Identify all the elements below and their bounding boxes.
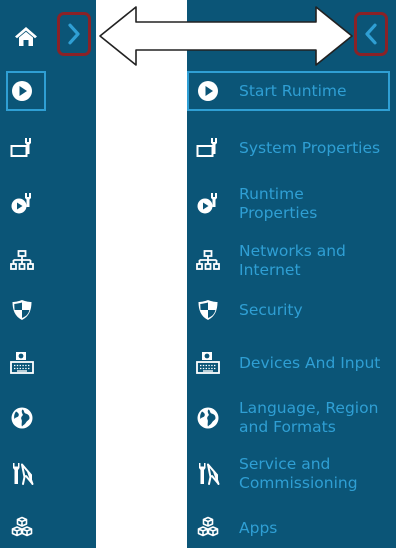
network-icon (9, 248, 35, 274)
network-icon (195, 248, 221, 274)
menu-item-label: Runtime Properties (239, 185, 318, 222)
play-icon (195, 78, 221, 104)
collapsed-menu-item-networks-internet[interactable] (9, 248, 35, 274)
globe-icon (195, 405, 221, 431)
menu-item-label: Start Runtime (239, 81, 347, 100)
apps-icon (195, 515, 221, 541)
globe-icon (9, 405, 35, 431)
tools-icon (9, 461, 35, 487)
expand-menu-button[interactable] (57, 12, 91, 56)
menu-item-label: Devices And Input (239, 353, 381, 372)
runtime-wrench-icon (195, 191, 221, 217)
shield-icon (195, 297, 221, 323)
collapsed-menu-item-language-region[interactable] (9, 405, 35, 431)
collapsed-menu-item-system-properties[interactable] (9, 135, 35, 161)
menu-item-start-runtime[interactable]: Start Runtime (195, 78, 347, 104)
menu-item-label: Apps (239, 518, 278, 537)
system-wrench-icon (9, 135, 35, 161)
chevron-right-icon (68, 23, 80, 45)
menu-item-apps[interactable]: Apps (195, 515, 277, 541)
collapsed-menu-item-service-commissioning[interactable] (9, 461, 35, 487)
menu-item-runtime-properties[interactable]: Runtime Properties (195, 185, 317, 222)
system-wrench-icon (195, 135, 221, 161)
collapsed-menu-item-runtime-properties[interactable] (9, 191, 35, 217)
menu-item-label: Service and Commissioning (239, 455, 358, 492)
menu-item-security[interactable]: Security (195, 297, 303, 323)
expanded-navigation-panel: Start Runtime System Properties Runtime Pr… (187, 0, 396, 548)
menu-item-devices-input[interactable]: Devices And Input (195, 350, 380, 376)
menu-item-system-properties[interactable]: System Properties (195, 135, 380, 161)
menu-item-networks-internet[interactable]: Networks and Internet (195, 242, 346, 279)
tools-icon (195, 461, 221, 487)
shield-icon (9, 297, 35, 323)
home-icon[interactable] (14, 24, 38, 48)
keyboard-icon (195, 350, 221, 376)
chevron-left-icon (365, 23, 377, 45)
collapsed-menu-item-devices-input[interactable] (9, 350, 35, 376)
menu-item-service-commissioning[interactable]: Service and Commissioning (195, 455, 358, 492)
menu-item-label: Networks and Internet (239, 242, 346, 279)
collapse-menu-button[interactable] (354, 12, 388, 56)
menu-item-label: Language, Region and Formats (239, 399, 379, 436)
menu-item-label: System Properties (239, 138, 381, 157)
apps-icon (9, 515, 35, 541)
keyboard-icon (9, 350, 35, 376)
double-headed-arrow (99, 6, 353, 66)
collapsed-menu-item-security[interactable] (9, 297, 35, 323)
collapsed-navigation-panel (0, 0, 96, 548)
collapsed-menu-item-start-runtime[interactable] (9, 78, 35, 104)
collapsed-menu-item-apps[interactable] (9, 515, 35, 541)
play-icon (9, 78, 35, 104)
menu-item-language-region[interactable]: Language, Region and Formats (195, 399, 378, 436)
runtime-wrench-icon (9, 191, 35, 217)
menu-item-label: Security (239, 300, 303, 319)
